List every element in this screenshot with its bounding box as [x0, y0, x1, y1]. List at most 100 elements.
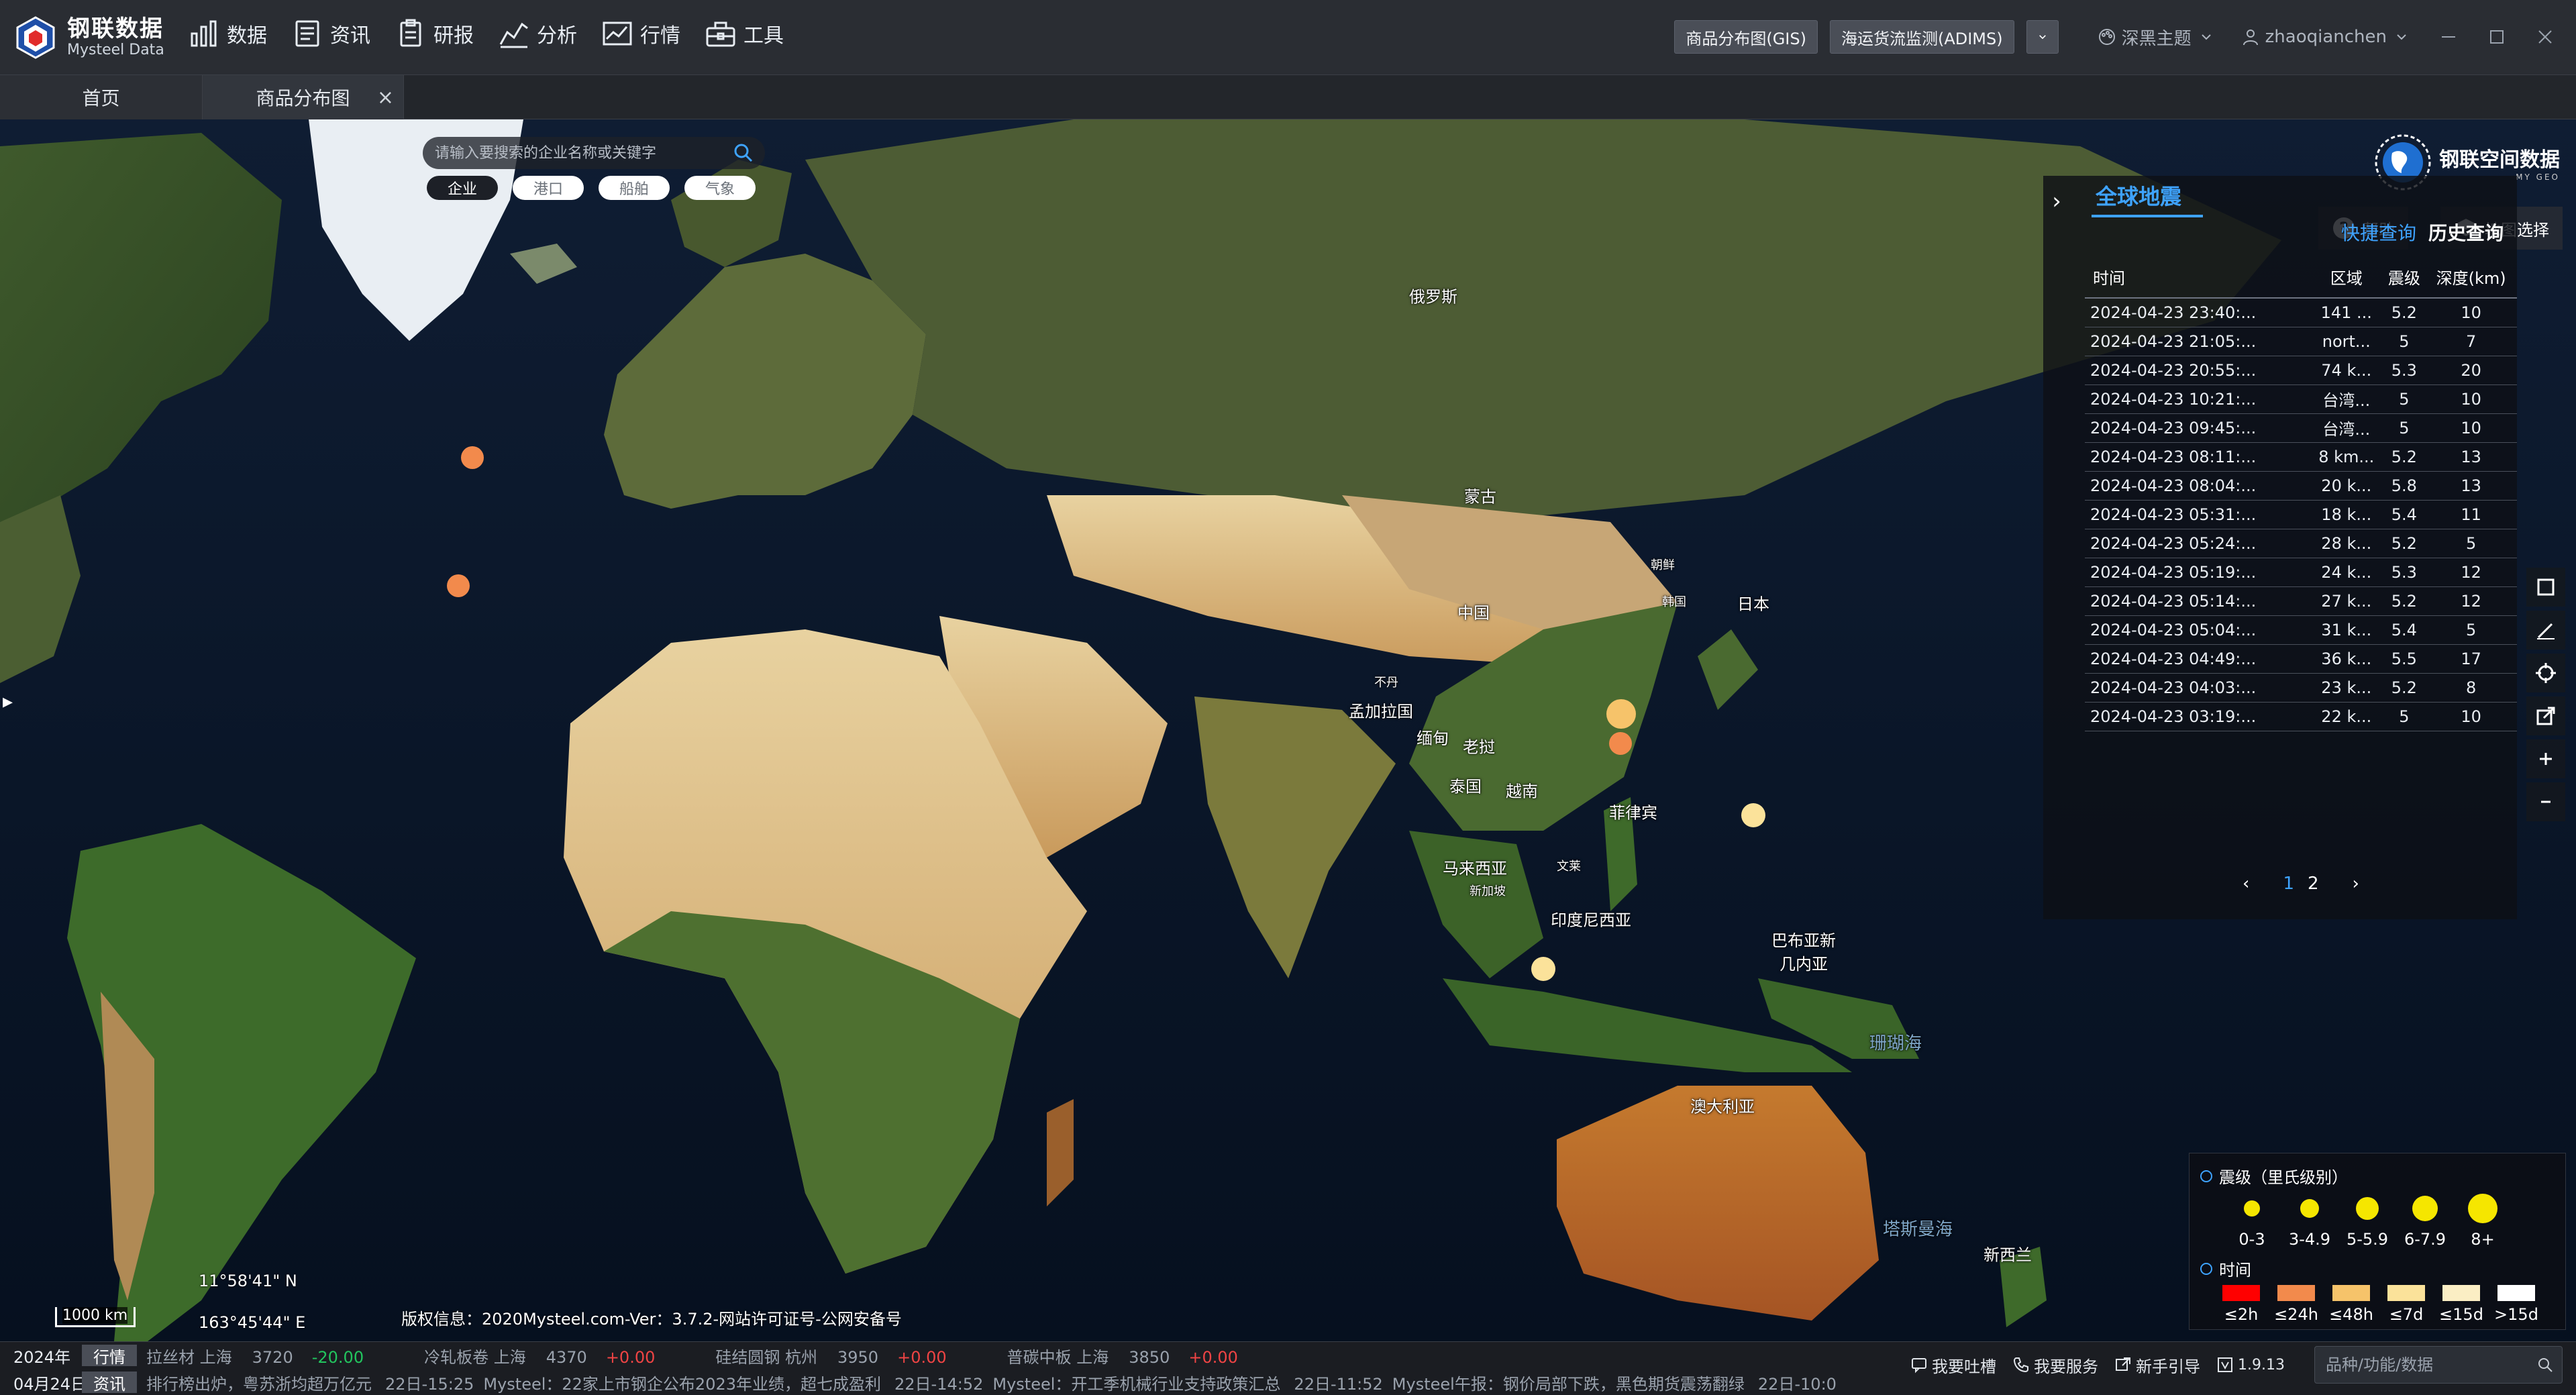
- quick-search-input[interactable]: [2326, 1355, 2527, 1374]
- category-port[interactable]: 港口: [513, 176, 584, 200]
- close-icon[interactable]: [2534, 26, 2556, 48]
- user-menu[interactable]: zhaoqianchen: [2241, 27, 2411, 47]
- table-row[interactable]: 2024-04-23 04:03:... 23 k... 5.2 8: [2085, 673, 2517, 703]
- table-row[interactable]: 2024-04-23 10:21:... 台湾... 5 10: [2085, 384, 2517, 414]
- gis-button[interactable]: 商品分布图(GIS): [1674, 20, 1818, 54]
- table-row[interactable]: 2024-04-23 08:11:... 8 km... 5.2 13: [2085, 442, 2517, 472]
- earthquake-table: 时间 区域 震级 深度(km) 2024-04-23 23:40:... 141 …: [2085, 256, 2517, 731]
- place-china: 中国: [1457, 603, 1490, 623]
- earthquake-marker[interactable]: [1741, 803, 1765, 827]
- tab-quick-query[interactable]: 快捷查询: [2341, 219, 2416, 246]
- nav-report[interactable]: 研报: [395, 17, 474, 50]
- cell-depth: 10: [2425, 702, 2517, 731]
- category-weather[interactable]: 气象: [684, 176, 756, 200]
- news-item[interactable]: Mysteel：22家上市钢企公布2023年业绩，超七成盈利: [483, 1371, 881, 1394]
- username: zhaoqianchen: [2265, 27, 2387, 47]
- legend-mag-label: 0-3: [2238, 1230, 2265, 1249]
- column-header-depth[interactable]: 深度(km): [2425, 256, 2517, 299]
- table-row[interactable]: 2024-04-23 05:24:... 28 k... 5.2 5: [2085, 529, 2517, 558]
- legend-time-swatch: [2277, 1285, 2315, 1301]
- market-quote[interactable]: 冷轧板卷 上海 4370 +0.00: [424, 1344, 655, 1367]
- nav-news[interactable]: 资讯: [291, 17, 370, 50]
- tab-close-icon[interactable]: ×: [377, 86, 394, 109]
- rectangle-icon: [2537, 578, 2555, 596]
- export-button[interactable]: [2526, 696, 2565, 735]
- prev-page-button[interactable]: ‹: [2243, 874, 2249, 894]
- ticker-news-tag[interactable]: 资讯: [82, 1372, 137, 1394]
- more-dropdown-button[interactable]: [2026, 20, 2059, 54]
- service-link[interactable]: 我要服务: [2012, 1353, 2098, 1377]
- draw-rectangle-button[interactable]: [2526, 568, 2565, 607]
- draw-line-button[interactable]: [2526, 611, 2565, 650]
- page-2-button[interactable]: 2: [2308, 874, 2319, 894]
- earthquake-marker[interactable]: [1609, 732, 1632, 755]
- next-page-button[interactable]: ›: [2353, 874, 2359, 894]
- column-header-time[interactable]: 时间: [2085, 256, 2310, 299]
- cell-region: 31 k...: [2310, 615, 2383, 645]
- search-icon[interactable]: [2536, 1356, 2554, 1374]
- cell-time: 2024-04-23 03:19:...: [2085, 702, 2310, 731]
- theme-menu[interactable]: 深黑主题: [2098, 25, 2216, 50]
- market-quote[interactable]: 硅结圆钢 杭州 3950 +0.00: [715, 1344, 946, 1367]
- table-row[interactable]: 2024-04-23 21:05:... nort... 5 7: [2085, 327, 2517, 356]
- category-enterprise[interactable]: 企业: [427, 176, 498, 200]
- nav-data[interactable]: 数据: [188, 17, 267, 50]
- cell-magnitude: 5.4: [2383, 615, 2426, 645]
- panel-collapse-button[interactable]: ›: [2043, 180, 2070, 223]
- tab-gis-map[interactable]: 商品分布图 ×: [203, 75, 404, 119]
- zoom-out-button[interactable]: [2526, 782, 2565, 821]
- tab-home[interactable]: 首页: [0, 75, 203, 119]
- place-bangladesh: 孟加拉国: [1349, 702, 1413, 721]
- map-search-input[interactable]: [435, 144, 723, 162]
- nav-market[interactable]: 行情: [601, 17, 680, 50]
- earthquake-marker[interactable]: [1606, 699, 1636, 729]
- table-row[interactable]: 2024-04-23 09:45:... 台湾... 5 10: [2085, 413, 2517, 443]
- news-item[interactable]: 排行榜出炉，粤苏浙均超万亿元: [146, 1371, 372, 1394]
- nav-tools-label: 工具: [743, 24, 784, 48]
- table-row[interactable]: 2024-04-23 05:04:... 31 k... 5.4 5: [2085, 615, 2517, 645]
- locate-button[interactable]: [2526, 654, 2565, 692]
- cell-magnitude: 5.4: [2383, 500, 2426, 529]
- earthquake-marker[interactable]: [447, 574, 470, 597]
- feedback-link[interactable]: 我要吐槽: [1910, 1353, 1996, 1377]
- legend-mag-item: 5-5.9: [2338, 1194, 2396, 1249]
- minimize-icon[interactable]: [2438, 26, 2459, 48]
- column-header-magnitude[interactable]: 震级: [2383, 256, 2426, 299]
- zoom-in-button[interactable]: [2526, 739, 2565, 778]
- nav-tools[interactable]: 工具: [705, 17, 784, 50]
- table-row[interactable]: 2024-04-23 20:55:... 74 k... 5.3 20: [2085, 356, 2517, 385]
- maximize-icon[interactable]: [2486, 26, 2508, 48]
- table-row[interactable]: 2024-04-23 05:19:... 24 k... 5.3 12: [2085, 558, 2517, 587]
- earthquake-marker[interactable]: [1531, 957, 1555, 981]
- guide-label: 新手引导: [2136, 1357, 2201, 1376]
- news-item[interactable]: Mysteel：开工季机械行业支持政策汇总: [992, 1371, 1280, 1394]
- page-1-button[interactable]: 1: [2283, 874, 2294, 894]
- table-row[interactable]: 2024-04-23 04:49:... 36 k... 5.5 17: [2085, 644, 2517, 674]
- table-row[interactable]: 2024-04-23 03:19:... 22 k... 5 10: [2085, 702, 2517, 731]
- earthquake-marker[interactable]: [461, 446, 484, 469]
- left-panel-toggle[interactable]: ▸: [3, 690, 13, 713]
- adims-button[interactable]: 海运货流监测(ADIMS): [1829, 20, 2014, 54]
- news-item[interactable]: Mysteel午报：钢价局部下跌，黑色期货震荡翻绿: [1392, 1371, 1745, 1394]
- table-row[interactable]: 2024-04-23 08:04:... 20 k... 5.8 13: [2085, 471, 2517, 501]
- nav-analysis[interactable]: 分析: [498, 17, 577, 50]
- place-myanmar: 缅甸: [1416, 729, 1449, 748]
- tab-history-query[interactable]: 历史查询: [2428, 219, 2504, 246]
- category-ship[interactable]: 船舶: [599, 176, 670, 200]
- place-north-korea: 朝鲜: [1651, 558, 1675, 572]
- table-row[interactable]: 2024-04-23 05:14:... 27 k... 5.2 12: [2085, 586, 2517, 616]
- table-row[interactable]: 2024-04-23 23:40:... 141 ... 5.2 10: [2085, 298, 2517, 327]
- search-icon[interactable]: [733, 142, 754, 164]
- place-malaysia: 马来西亚: [1443, 859, 1507, 878]
- market-quote[interactable]: 拉丝材 上海 3720 -20.00: [146, 1344, 364, 1367]
- cell-depth: 20: [2425, 356, 2517, 385]
- version-info[interactable]: 1.9.13: [2216, 1356, 2285, 1374]
- table-row[interactable]: 2024-04-23 05:31:... 18 k... 5.4 11: [2085, 500, 2517, 529]
- app-logo[interactable]: 钢联数据 Mysteel Data: [13, 11, 164, 64]
- market-quote[interactable]: 普碳中板 上海 3850 +0.00: [1007, 1344, 1238, 1367]
- legend-mag-label: 6-7.9: [2404, 1230, 2446, 1249]
- column-header-region[interactable]: 区域: [2310, 256, 2383, 299]
- ticker-market-tag[interactable]: 行情: [82, 1345, 137, 1367]
- quote-name: 硅结圆钢 杭州: [715, 1347, 817, 1367]
- guide-link[interactable]: 新手引导: [2114, 1353, 2200, 1377]
